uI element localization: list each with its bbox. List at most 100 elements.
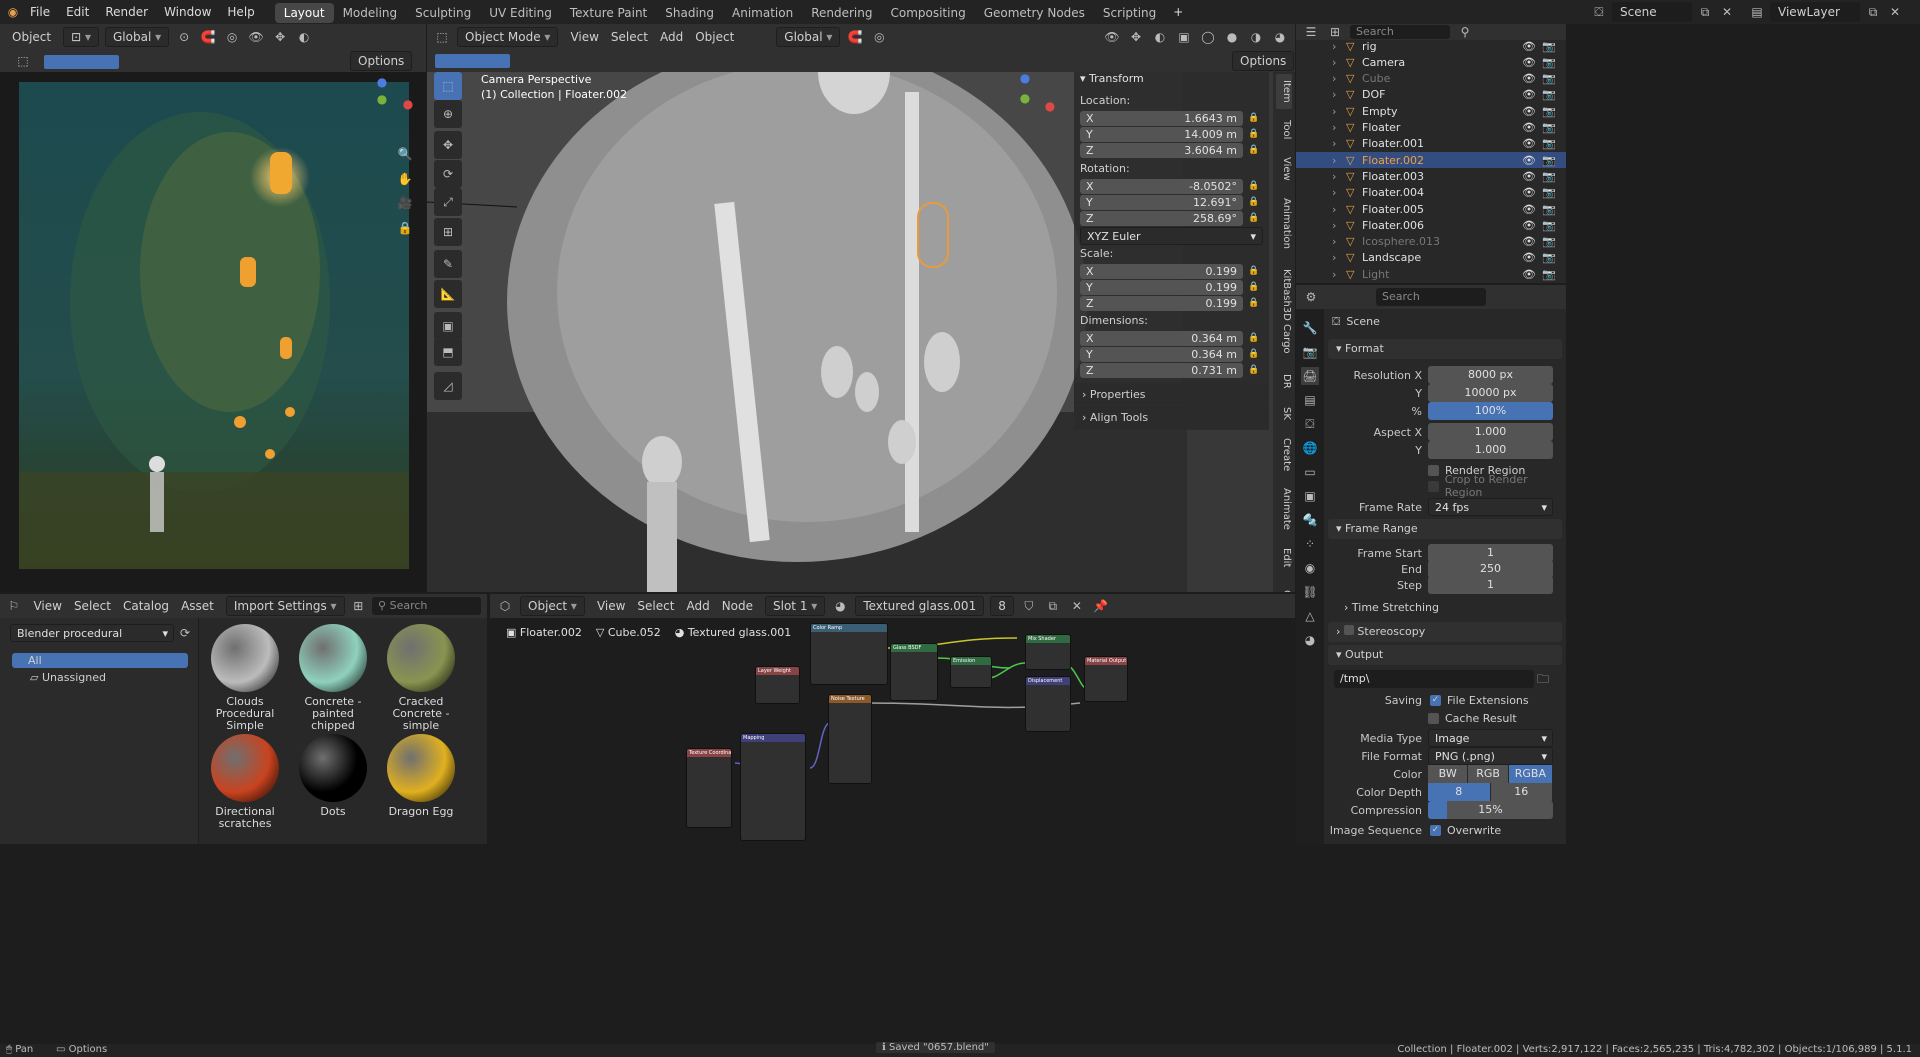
- frame-range-section-header[interactable]: ▾ Frame Range: [1328, 519, 1562, 539]
- pivot-icon[interactable]: ⊙: [175, 28, 193, 46]
- eye-icon[interactable]: 👁: [1522, 219, 1536, 232]
- asset-item[interactable]: Concrete - painted chipped: [289, 624, 377, 732]
- object-tab-icon[interactable]: ▣: [1301, 487, 1319, 505]
- tool-tab-icon[interactable]: 🔧: [1301, 319, 1319, 337]
- annotate-icon[interactable]: ✎: [434, 250, 462, 278]
- dimension-z-field[interactable]: Z 0.731 m: [1080, 362, 1243, 378]
- frame-rate-dropdown[interactable]: 24 fps ▾: [1428, 498, 1553, 516]
- rotation-mode-dropdown[interactable]: XYZ Euler ▾: [1080, 227, 1263, 245]
- render-toggle-icon[interactable]: 📷: [1542, 154, 1556, 167]
- eye-icon[interactable]: 👁: [1522, 88, 1536, 101]
- select-mode-buttons[interactable]: [435, 54, 510, 68]
- outliner-item[interactable]: › ▽ Cube 👁 📷: [1296, 71, 1566, 87]
- eye-icon[interactable]: 👁: [1522, 56, 1536, 69]
- add-primitive-icon[interactable]: ⬒: [434, 338, 462, 366]
- node-glass-bsdf[interactable]: Glass BSDF: [890, 643, 938, 701]
- outliner-item[interactable]: › ▽ Light 👁 📷: [1296, 266, 1566, 282]
- 3d-viewport[interactable]: ⬚ ⊕ ✥ ⟳ ⤢ ⊞ ✎ 📐 ▣ ⬒ ◿ Camera Perspective (1) Colle…: [427, 72, 1295, 592]
- asset-menu-asset[interactable]: Asset: [175, 599, 220, 613]
- sidebar-tab-animation[interactable]: Animation: [1276, 190, 1292, 256]
- display-mode-icon[interactable]: ⊞: [1326, 23, 1344, 41]
- render-toggle-icon[interactable]: 📷: [1542, 56, 1556, 69]
- node-color-ramp[interactable]: Color Ramp: [810, 623, 888, 685]
- menu-help[interactable]: Help: [219, 0, 262, 24]
- cursor-icon[interactable]: ⊕: [434, 100, 462, 128]
- properties-search-input[interactable]: Search: [1376, 288, 1486, 306]
- outliner-editor-icon[interactable]: ☰: [1302, 23, 1320, 41]
- world-tab-icon[interactable]: 🌐: [1301, 439, 1319, 457]
- node-material-output[interactable]: Material Output: [1084, 656, 1128, 702]
- eye-icon[interactable]: 👁: [1522, 203, 1536, 216]
- blender-logo-icon[interactable]: ◉: [4, 3, 22, 21]
- mode-dropdown[interactable]: Object Mode: [457, 27, 559, 47]
- menu-edit[interactable]: Edit: [58, 0, 97, 24]
- tab-animation[interactable]: Animation: [723, 3, 802, 23]
- zoom-icon[interactable]: 🔍: [396, 145, 414, 163]
- render-toggle-icon[interactable]: 📷: [1542, 137, 1556, 150]
- duplicate-material-icon[interactable]: ⧉: [1044, 597, 1062, 615]
- outliner-item[interactable]: › ▽ Floater 👁 📷: [1296, 120, 1566, 136]
- gizmo-icon[interactable]: ✥: [271, 28, 289, 46]
- sidebar-tab-sk[interactable]: SK: [1276, 399, 1292, 427]
- color-mode-bw[interactable]: BW: [1428, 765, 1468, 783]
- outliner-item[interactable]: › ▽ Floater.005 👁 📷: [1296, 201, 1566, 217]
- outliner-item[interactable]: › ▽ Floater.004 👁 📷: [1296, 185, 1566, 201]
- left-mode-menu[interactable]: Object: [6, 30, 57, 44]
- overwrite-checkbox[interactable]: ✓: [1430, 824, 1441, 836]
- viewport-menu-add[interactable]: Add: [654, 30, 689, 44]
- render-toggle-icon[interactable]: 📷: [1542, 121, 1556, 134]
- delete-view-layer-icon[interactable]: ✕: [1886, 3, 1904, 21]
- users-count[interactable]: 8: [990, 596, 1014, 616]
- import-settings-dropdown[interactable]: Import Settings: [225, 596, 345, 616]
- lock-icon[interactable]: 🔒: [396, 219, 414, 237]
- add-workspace-button[interactable]: +: [1165, 0, 1191, 24]
- outliner-item[interactable]: › ▽ Icosphere.013 👁 📷: [1296, 234, 1566, 250]
- scale-z-field[interactable]: Z 0.199: [1080, 295, 1243, 311]
- eye-icon[interactable]: 👁: [1522, 72, 1536, 85]
- node-texture-coordinate[interactable]: Texture Coordinate: [686, 748, 732, 828]
- res-x-field[interactable]: 8000 px: [1428, 366, 1553, 384]
- asset-menu-catalog[interactable]: Catalog: [117, 599, 175, 613]
- data-tab-icon[interactable]: △: [1301, 607, 1319, 625]
- sidebar-tab-kitbash3d-cargo[interactable]: KitBash3D Cargo: [1276, 260, 1292, 363]
- filter-icon[interactable]: ⚲: [1456, 23, 1474, 41]
- sidebar-tab-edit[interactable]: Edit: [1276, 540, 1292, 575]
- render-toggle-icon[interactable]: 📷: [1542, 40, 1556, 53]
- output-section-header[interactable]: ▾ Output: [1328, 645, 1562, 665]
- render-toggle-icon[interactable]: 📷: [1542, 88, 1556, 101]
- x-axis-icon[interactable]: ●: [399, 95, 417, 113]
- outliner-item[interactable]: › ▽ Floater.002 👁 📷: [1296, 152, 1566, 169]
- sidebar-tab-create[interactable]: Create: [1276, 431, 1292, 478]
- unlink-material-icon[interactable]: ✕: [1068, 597, 1086, 615]
- gizmo-x-icon[interactable]: ●: [1041, 97, 1059, 115]
- orientation-dropdown[interactable]: Global: [776, 27, 841, 47]
- asset-item[interactable]: Dragon Egg: [377, 734, 465, 842]
- material-icon[interactable]: ◕: [831, 597, 849, 615]
- chevron-right-icon[interactable]: ›: [1332, 137, 1346, 150]
- scene-icon[interactable]: ⛋: [1590, 3, 1608, 21]
- media-type-dropdown[interactable]: Image ▾: [1428, 729, 1553, 747]
- overlay-icon[interactable]: ◐: [1151, 28, 1169, 46]
- snap-icon[interactable]: 🧲: [199, 28, 217, 46]
- color-depth-16[interactable]: 16: [1490, 783, 1552, 801]
- stereoscopy-checkbox[interactable]: [1343, 625, 1354, 635]
- constraints-tab-icon[interactable]: ⛓: [1301, 583, 1319, 601]
- menu-window[interactable]: Window: [156, 0, 219, 24]
- chevron-right-icon[interactable]: ›: [1332, 235, 1346, 248]
- select-mode-buttons[interactable]: [44, 55, 119, 69]
- location-z-field[interactable]: Z 3.6064 m: [1080, 142, 1243, 158]
- scene-tab-icon[interactable]: ⛋: [1301, 415, 1319, 433]
- properties-section[interactable]: › Properties: [1074, 383, 1269, 405]
- node-emission[interactable]: Emission: [950, 656, 992, 688]
- visibility-icon[interactable]: 👁: [247, 28, 265, 46]
- file-extensions-checkbox[interactable]: ✓: [1430, 694, 1441, 706]
- chevron-right-icon[interactable]: ›: [1332, 121, 1346, 134]
- sidebar-tab-tool[interactable]: Tool: [1276, 113, 1292, 148]
- tab-texture-paint[interactable]: Texture Paint: [561, 3, 656, 23]
- left-snap-dropdown[interactable]: ⊡: [63, 27, 99, 47]
- z-axis-icon[interactable]: ●: [373, 73, 391, 91]
- outliner-item[interactable]: › ▽ Floater.006 👁 📷: [1296, 217, 1566, 233]
- tab-geometry-nodes[interactable]: Geometry Nodes: [975, 3, 1094, 23]
- new-scene-icon[interactable]: ⧉: [1696, 3, 1714, 21]
- left-orientation-dropdown[interactable]: Global: [105, 27, 170, 47]
